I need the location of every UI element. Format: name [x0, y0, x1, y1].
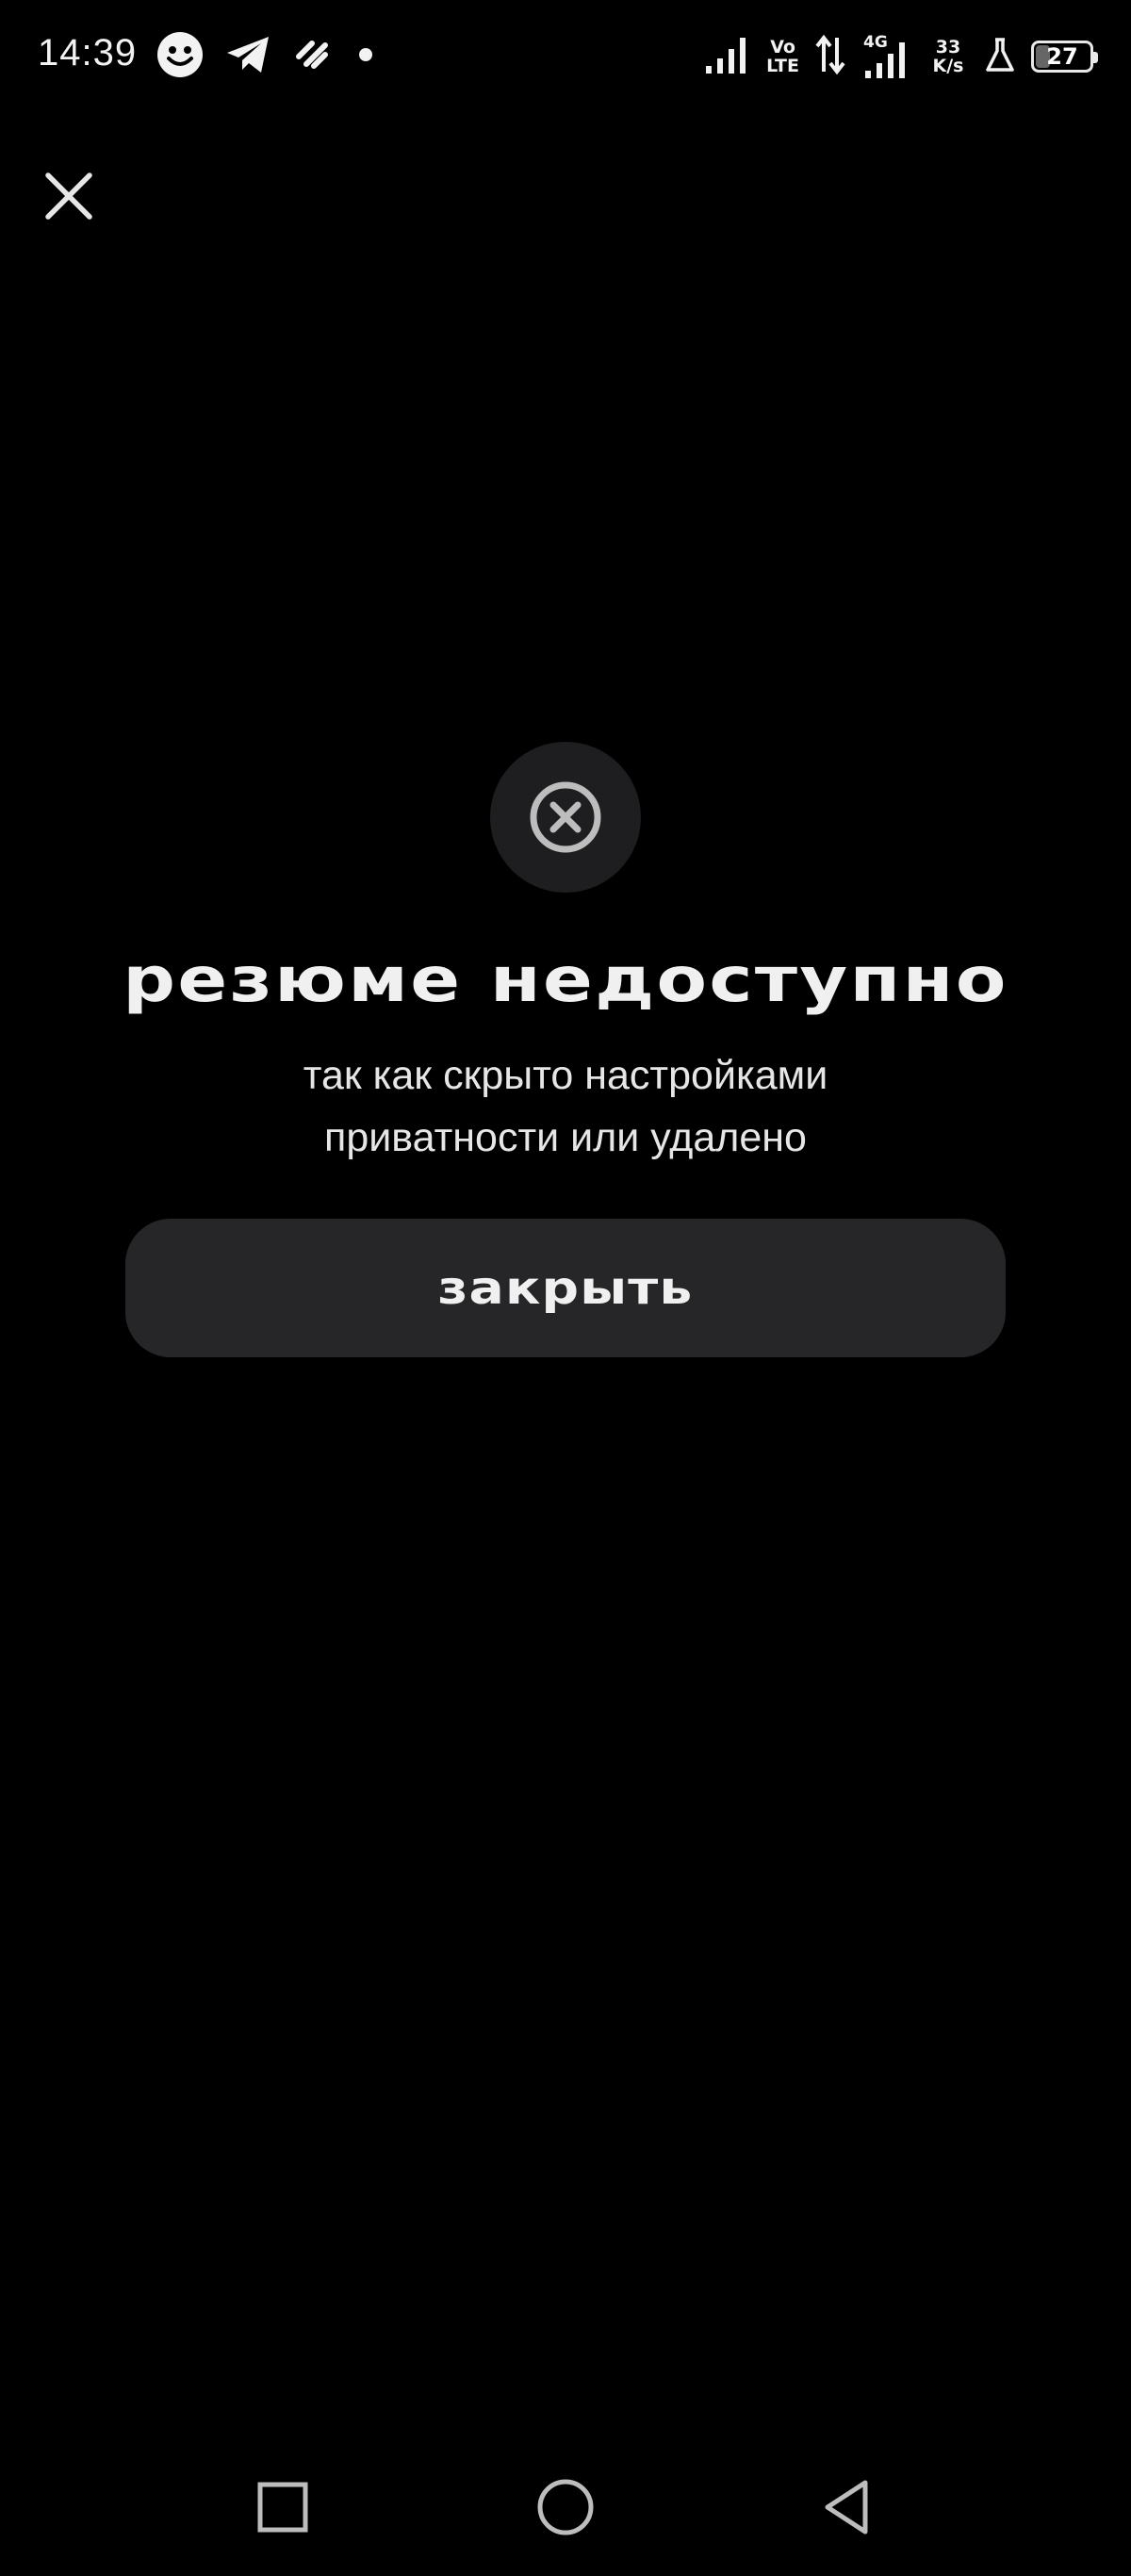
telegram-icon: [225, 34, 272, 80]
page-subtitle: так как скрыто настройками приватности и…: [141, 1044, 990, 1169]
system-status-icons: Vo LTE 4G 33 K/s 27: [704, 28, 1098, 85]
error-badge: [490, 742, 641, 893]
battery-indicator: 27: [1031, 41, 1098, 73]
circle-icon: [537, 2479, 594, 2535]
app-notification-icon: [293, 38, 331, 76]
error-circle-x-icon: [530, 781, 601, 853]
network-speed: 33 K/s: [932, 37, 964, 76]
triangle-back-icon: [825, 2480, 868, 2535]
square-icon: [257, 2482, 308, 2533]
signal-strength-icon: [704, 34, 751, 80]
subtitle-line-2: приватности или удалено: [324, 1115, 807, 1160]
close-icon-button[interactable]: [38, 165, 100, 227]
data-transfer-icon: [814, 34, 846, 80]
smiley-app-icon: [156, 30, 205, 84]
flask-icon: [984, 36, 1016, 78]
close-icon: [45, 172, 92, 220]
status-bar: 14:39 Vo LTE 4G 33 K/s 27: [0, 0, 1131, 113]
page-title: резюме недоступно: [123, 943, 1008, 1016]
status-time: 14:39: [38, 32, 138, 74]
volte-indicator: Vo LTE: [766, 37, 799, 76]
close-button-label: закрыть: [437, 1261, 694, 1315]
recent-apps-button[interactable]: [245, 2469, 320, 2545]
home-button[interactable]: [528, 2469, 603, 2545]
subtitle-line-1: так как скрыто настройками: [303, 1053, 828, 1098]
close-button[interactable]: закрыть: [125, 1219, 1006, 1357]
network-4g-indicator: 4G: [861, 33, 912, 80]
back-button[interactable]: [811, 2469, 886, 2545]
notification-icons: [156, 30, 380, 84]
system-navigation-bar: [0, 2441, 1131, 2554]
more-notifications-dot-icon: [352, 45, 380, 69]
battery-level: 27: [1046, 43, 1078, 70]
